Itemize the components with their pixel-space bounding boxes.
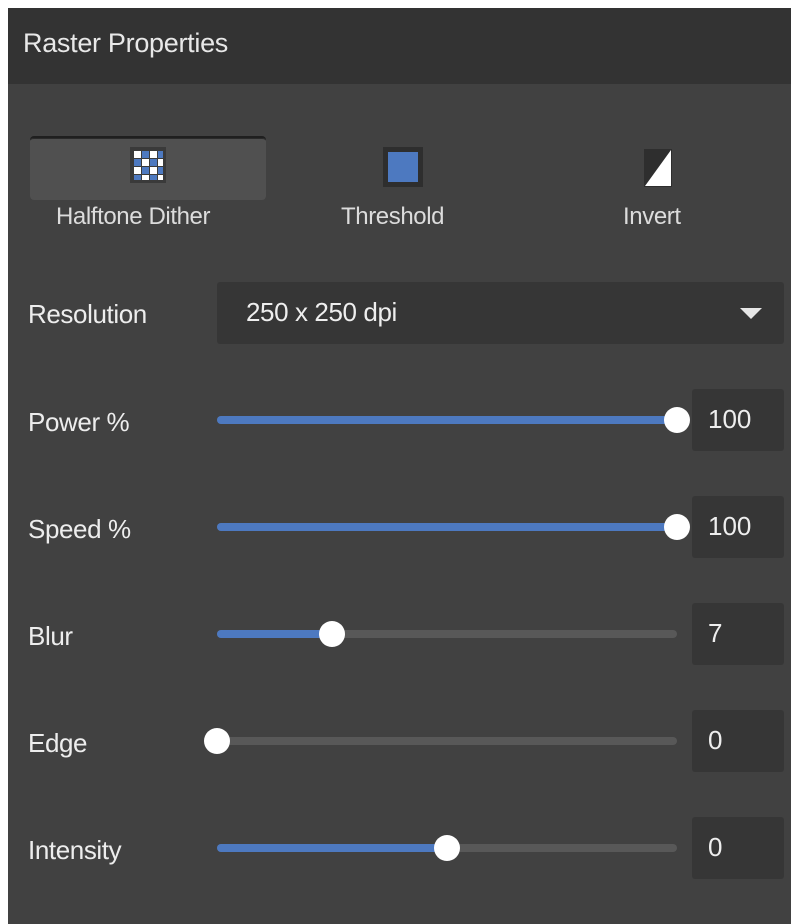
chevron-down-icon: [740, 308, 762, 319]
blur-slider[interactable]: [217, 621, 677, 647]
intensity-slider-fill: [217, 844, 447, 852]
speed-value: 100: [708, 511, 752, 541]
edge-slider-thumb[interactable]: [204, 728, 230, 754]
invert-triangle-icon: [644, 149, 672, 187]
edge-label: Edge: [28, 728, 88, 758]
blur-input[interactable]: 7: [692, 603, 784, 665]
intensity-slider-thumb[interactable]: [434, 835, 460, 861]
blur-label: Blur: [28, 621, 73, 651]
resolution-value: 250 x 250 dpi: [246, 297, 397, 327]
invert-label: Invert: [623, 203, 681, 230]
halftone-grid-icon: [130, 147, 166, 183]
blur-slider-thumb[interactable]: [319, 621, 345, 647]
threshold-label: Threshold: [341, 203, 445, 230]
edge-input[interactable]: 0: [692, 710, 784, 772]
halftone-dither-label: Halftone Dither: [56, 203, 211, 230]
threshold-square-icon: [383, 147, 423, 187]
speed-slider[interactable]: [217, 514, 690, 540]
invert-button[interactable]: [598, 136, 718, 198]
raster-properties-panel: Raster Properties Halftone Dither Thresh…: [8, 8, 791, 924]
power-slider-thumb[interactable]: [664, 407, 690, 433]
blur-value: 7: [708, 618, 723, 648]
intensity-input[interactable]: 0: [692, 817, 784, 879]
threshold-button[interactable]: [323, 136, 483, 198]
speed-slider-fill: [217, 523, 677, 531]
panel-title: Raster Properties: [23, 28, 228, 58]
resolution-dropdown[interactable]: 250 x 250 dpi: [217, 282, 784, 344]
panel-header: Raster Properties: [8, 8, 791, 84]
speed-input[interactable]: 100: [692, 496, 784, 558]
resolution-label: Resolution: [28, 299, 147, 329]
blur-slider-fill: [217, 630, 332, 638]
power-value: 100: [708, 404, 752, 434]
edge-slider[interactable]: [204, 728, 677, 754]
power-slider[interactable]: [217, 407, 690, 433]
intensity-label: Intensity: [28, 835, 122, 865]
intensity-value: 0: [708, 832, 723, 862]
speed-label: Speed %: [28, 514, 131, 544]
halftone-dither-button[interactable]: [30, 136, 266, 200]
speed-slider-thumb[interactable]: [664, 514, 690, 540]
power-label: Power %: [28, 407, 130, 437]
power-slider-fill: [217, 416, 677, 424]
edge-value: 0: [708, 725, 723, 755]
power-input[interactable]: 100: [692, 389, 784, 451]
intensity-slider[interactable]: [217, 835, 677, 861]
